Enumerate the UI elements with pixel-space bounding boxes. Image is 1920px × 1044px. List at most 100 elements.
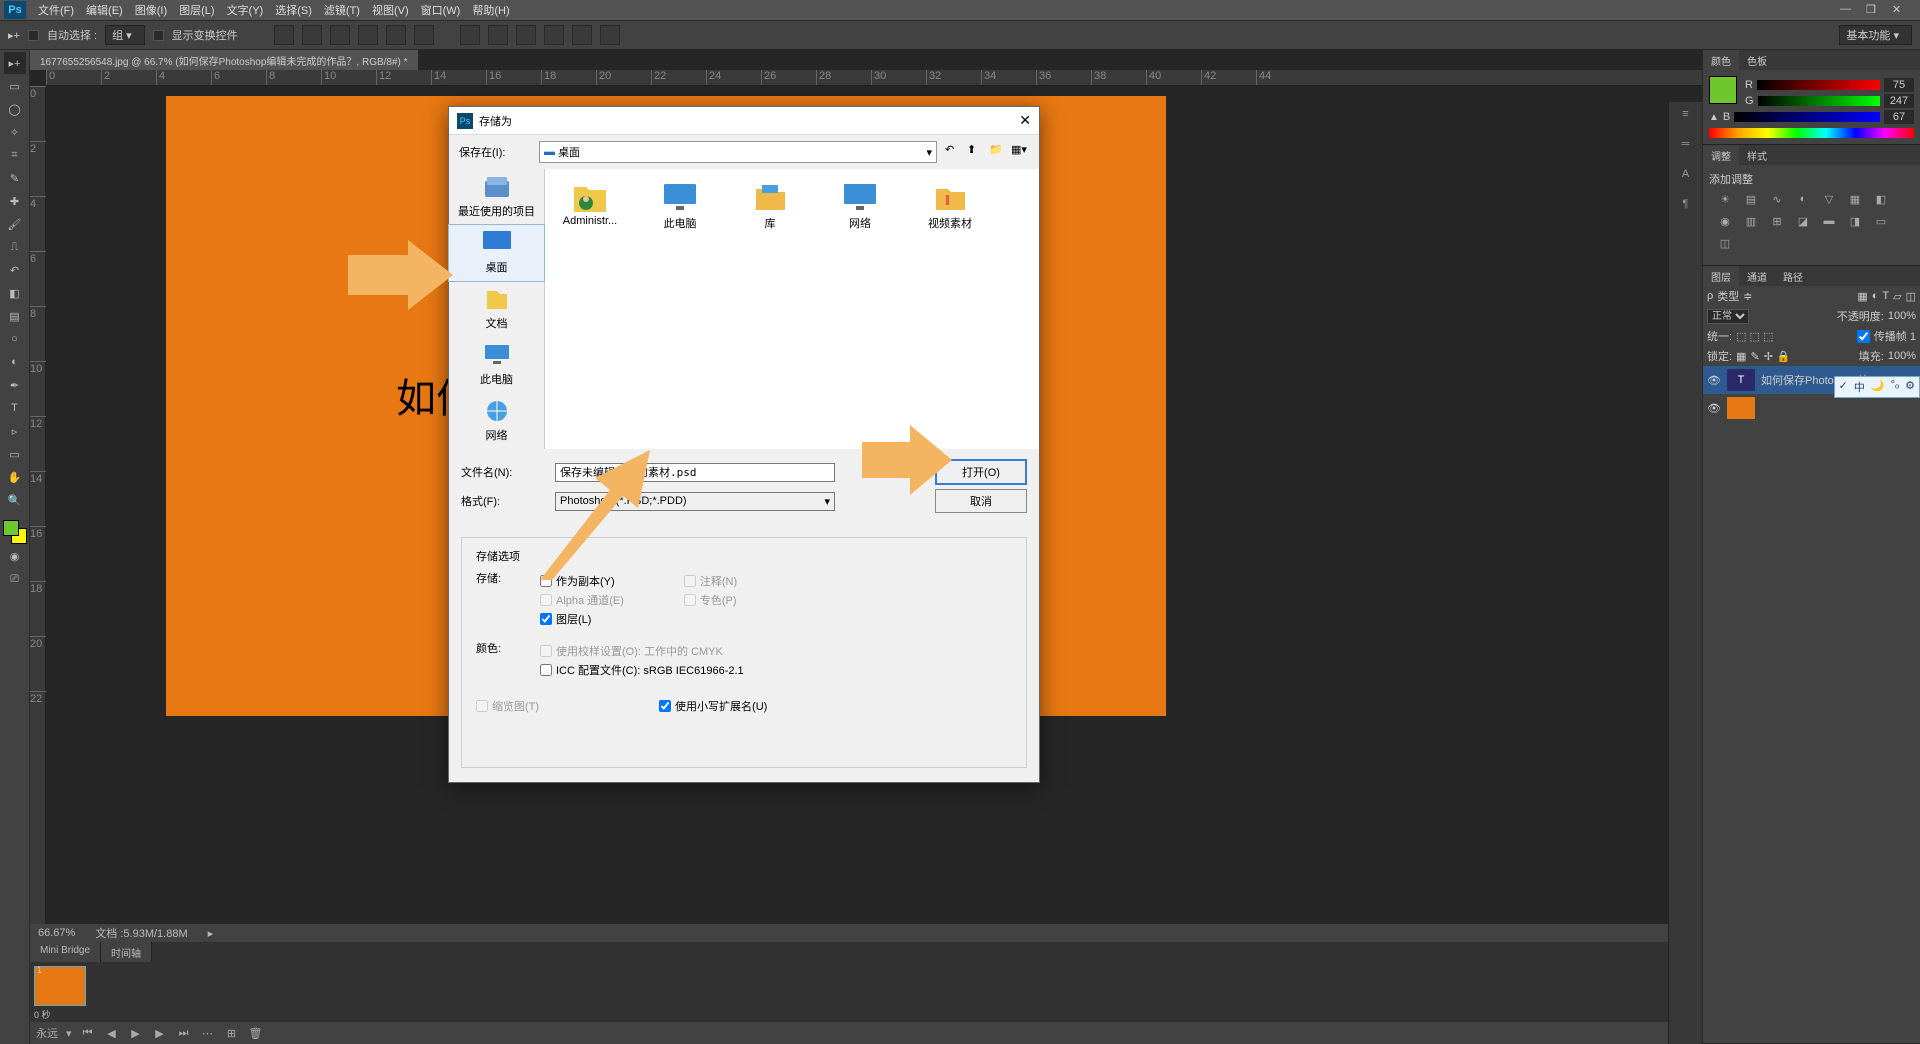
layer-row[interactable]: 👁: [1703, 394, 1920, 422]
file-list[interactable]: Administr... 此电脑 库 网络 视频素材: [545, 169, 1039, 449]
heal-tool[interactable]: ✚: [4, 190, 26, 212]
lasso-tool[interactable]: ◯: [4, 98, 26, 120]
prev-frame-icon[interactable]: ◀: [104, 1025, 120, 1041]
vibrance-icon[interactable]: ▽: [1819, 193, 1839, 209]
fill-value[interactable]: 100%: [1888, 350, 1916, 362]
menu-type[interactable]: 文字(Y): [221, 0, 270, 20]
dodge-tool[interactable]: ◐: [4, 351, 26, 373]
menu-image[interactable]: 图像(I): [129, 0, 173, 20]
view-icon[interactable]: ▦▾: [1011, 143, 1029, 161]
hue-icon[interactable]: ▦: [1845, 193, 1865, 209]
moon-icon[interactable]: 🌙: [1871, 379, 1885, 395]
maximize-icon[interactable]: ❐: [1866, 3, 1880, 17]
r-value[interactable]: 75: [1884, 78, 1914, 92]
levels-icon[interactable]: ▤: [1741, 193, 1761, 209]
close-icon[interactable]: ✕: [1019, 112, 1031, 129]
file-item[interactable]: 此电脑: [645, 179, 715, 439]
menu-edit[interactable]: 编辑(E): [80, 0, 129, 20]
gear-icon[interactable]: ⚙: [1905, 379, 1915, 395]
type-tool[interactable]: T: [4, 397, 26, 419]
path-tool[interactable]: ▹: [4, 420, 26, 442]
menu-layer[interactable]: 图层(L): [173, 0, 220, 20]
menu-file[interactable]: 文件(F): [32, 0, 80, 20]
filter-pixel-icon[interactable]: ▦: [1857, 290, 1867, 303]
quickmask-tool[interactable]: ◉: [4, 545, 26, 567]
document-tab[interactable]: 1677655256548.jpg @ 66.7% (如何保存Photoshop…: [30, 50, 418, 70]
new-frame-icon[interactable]: ⊞: [224, 1025, 240, 1041]
menu-help[interactable]: 帮助(H): [466, 0, 515, 20]
auto-select-dropdown[interactable]: 组 ▾: [105, 25, 145, 45]
place-desktop[interactable]: 桌面: [449, 225, 544, 281]
color-swatches[interactable]: [3, 520, 27, 544]
last-frame-icon[interactable]: ⏭: [176, 1025, 192, 1041]
move-tool[interactable]: ▸+: [4, 52, 26, 74]
eraser-tool[interactable]: ◧: [4, 282, 26, 304]
zoom-tool[interactable]: 🔍: [4, 489, 26, 511]
layers-checkbox[interactable]: [540, 613, 552, 625]
character-icon[interactable]: A: [1674, 168, 1698, 188]
exposure-icon[interactable]: ◐: [1793, 193, 1813, 209]
visibility-icon[interactable]: 👁: [1707, 374, 1721, 387]
tab-color[interactable]: 颜色: [1703, 50, 1739, 70]
back-icon[interactable]: ↶: [945, 143, 963, 161]
menu-window[interactable]: 窗口(W): [415, 0, 467, 20]
tab-styles[interactable]: 样式: [1739, 145, 1775, 165]
spectrum-bar[interactable]: [1709, 128, 1914, 138]
brightness-icon[interactable]: ☀: [1715, 193, 1735, 209]
g-value[interactable]: 247: [1884, 94, 1914, 108]
save-in-dropdown[interactable]: ▬ 桌面▾: [539, 141, 937, 163]
dist-icon-1[interactable]: [460, 25, 480, 45]
photo-filter-icon[interactable]: ◉: [1715, 215, 1735, 231]
b-slider[interactable]: [1734, 112, 1880, 122]
tab-channels[interactable]: 通道: [1739, 266, 1775, 286]
foreground-color[interactable]: [3, 520, 19, 536]
file-item[interactable]: Administr...: [555, 179, 625, 439]
hand-tool[interactable]: ✋: [4, 466, 26, 488]
tab-adjustments[interactable]: 调整: [1703, 145, 1739, 165]
menu-select[interactable]: 选择(S): [269, 0, 318, 20]
history-icon[interactable]: ≡: [1674, 108, 1698, 128]
filter-shape-icon[interactable]: ▱: [1893, 290, 1901, 303]
first-frame-icon[interactable]: ⏮: [80, 1025, 96, 1041]
r-slider[interactable]: [1757, 80, 1880, 90]
blur-tool[interactable]: ○: [4, 328, 26, 350]
tab-layers[interactable]: 图层: [1703, 266, 1739, 286]
opacity-value[interactable]: 100%: [1888, 310, 1916, 322]
person-icon[interactable]: °ₒ: [1891, 379, 1900, 395]
brush-tool[interactable]: 🖌: [4, 213, 26, 235]
visibility-icon[interactable]: 👁: [1707, 402, 1721, 415]
menu-filter[interactable]: 滤镜(T): [318, 0, 366, 20]
up-icon[interactable]: ⬆: [967, 143, 985, 161]
b-value[interactable]: 67: [1884, 110, 1914, 124]
dist-icon-5[interactable]: [572, 25, 592, 45]
place-network[interactable]: 网络: [449, 393, 544, 449]
file-item[interactable]: 视频素材: [915, 179, 985, 439]
file-item[interactable]: 网络: [825, 179, 895, 439]
crop-tool[interactable]: ⌗: [4, 144, 26, 166]
ime-toolbar[interactable]: ✓中🌙°ₒ⚙: [1834, 376, 1920, 398]
tab-timeline[interactable]: 时间轴: [101, 942, 152, 962]
align-icon-1[interactable]: [274, 25, 294, 45]
next-frame-icon[interactable]: ▶: [152, 1025, 168, 1041]
place-recent[interactable]: 最近使用的项目: [449, 169, 544, 225]
align-icon-2[interactable]: [302, 25, 322, 45]
auto-select-checkbox[interactable]: [28, 30, 39, 41]
wand-tool[interactable]: ✧: [4, 121, 26, 143]
filter-type-icon[interactable]: T: [1882, 290, 1889, 302]
frame-thumbnail[interactable]: [34, 966, 86, 1006]
threshold-icon[interactable]: ◨: [1845, 215, 1865, 231]
propagate-checkbox[interactable]: [1857, 330, 1870, 343]
g-slider[interactable]: [1758, 96, 1880, 106]
filter-smart-icon[interactable]: ◫: [1906, 290, 1916, 303]
newfolder-icon[interactable]: 📁: [989, 143, 1007, 161]
stamp-tool[interactable]: ⎍: [4, 236, 26, 258]
dist-icon-2[interactable]: [488, 25, 508, 45]
loop-label[interactable]: 永远: [36, 1025, 58, 1041]
pen-tool[interactable]: ✒: [4, 374, 26, 396]
show-transform-checkbox[interactable]: [153, 30, 164, 41]
align-icon-5[interactable]: [386, 25, 406, 45]
dist-icon-4[interactable]: [544, 25, 564, 45]
shape-tool[interactable]: ▭: [4, 443, 26, 465]
delete-frame-icon[interactable]: 🗑: [248, 1025, 264, 1041]
filter-adj-icon[interactable]: ◐: [1872, 290, 1879, 302]
